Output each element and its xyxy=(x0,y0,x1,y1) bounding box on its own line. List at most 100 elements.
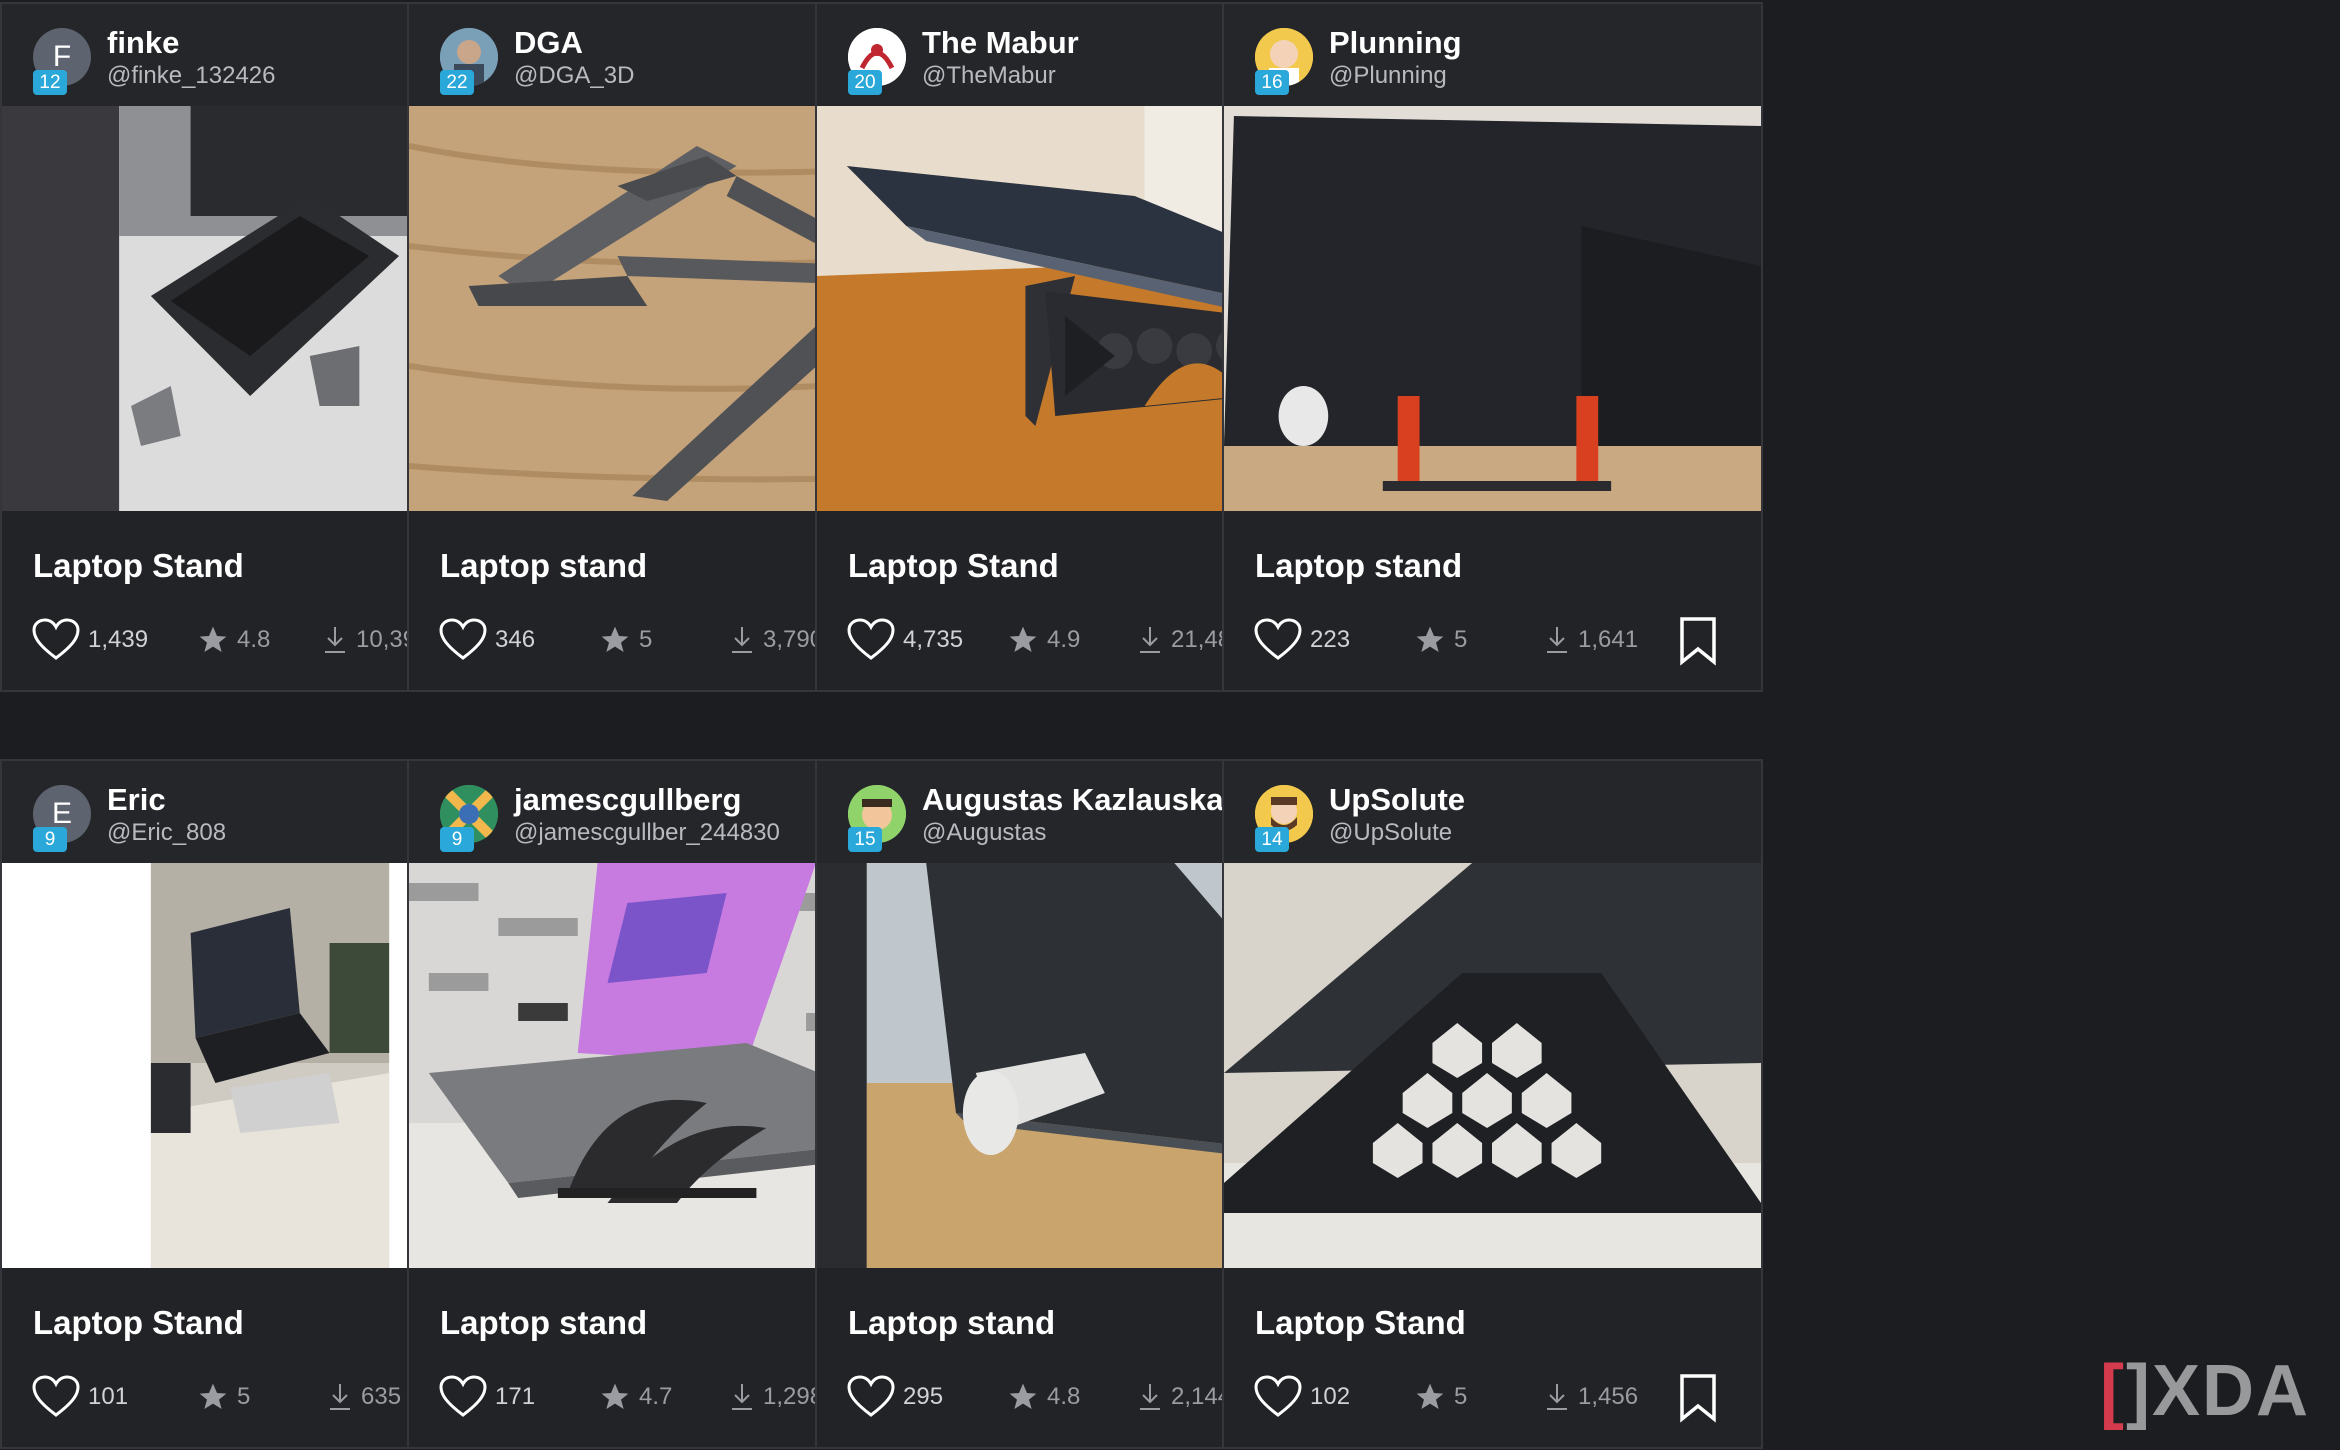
author-handle[interactable]: @Eric_808 xyxy=(107,819,226,847)
star-icon xyxy=(199,1383,227,1409)
like-count: 171 xyxy=(495,1383,536,1410)
heart-icon xyxy=(847,1375,895,1417)
downloads: 1,456 xyxy=(1544,1369,1638,1425)
author-handle[interactable]: @jamescgullber_244830 xyxy=(514,819,780,847)
author-name[interactable]: Augustas Kazlauskas xyxy=(922,782,1241,818)
download-count: 1,641 xyxy=(1578,626,1639,653)
download-icon xyxy=(330,1384,350,1410)
author-handle[interactable]: @finke_132426 xyxy=(107,62,276,90)
downloads: 635 xyxy=(327,1369,401,1425)
avatar-letter: F xyxy=(52,40,72,73)
star-icon xyxy=(199,626,227,652)
rating-value: 5 xyxy=(237,1383,251,1410)
rating: 5 xyxy=(197,1369,250,1425)
like-button[interactable]: 4,735 xyxy=(847,612,963,668)
model-thumbnail[interactable] xyxy=(1224,863,1761,1268)
star-icon xyxy=(1009,626,1037,652)
thumbnail-image xyxy=(1224,863,1761,1268)
watermark-mid: ] xyxy=(2125,1351,2152,1431)
like-button[interactable]: 1,439 xyxy=(32,612,148,668)
bookmark-icon[interactable] xyxy=(1678,1373,1718,1423)
author-name[interactable]: UpSolute xyxy=(1329,782,1465,818)
star-icon xyxy=(601,1383,629,1409)
author-handle[interactable]: @UpSolute xyxy=(1329,819,1452,847)
author-name[interactable]: The Mabur xyxy=(922,25,1079,61)
download-icon xyxy=(1547,1384,1567,1410)
heart-icon xyxy=(439,618,487,660)
author-handle[interactable]: @DGA_3D xyxy=(514,62,634,90)
like-count: 223 xyxy=(1310,626,1351,653)
download-icon xyxy=(1547,627,1567,653)
author-name[interactable]: DGA xyxy=(514,25,583,61)
rating-value: 4.9 xyxy=(1047,626,1081,653)
author-name[interactable]: finke xyxy=(107,25,179,61)
download-count: 635 xyxy=(361,1383,402,1410)
level-badge: 14 xyxy=(1255,827,1289,852)
star-icon xyxy=(1416,626,1444,652)
thumbnail-image xyxy=(1224,106,1761,511)
model-card[interactable]: 16 Plunning @Plunning Laptop stand 223 5… xyxy=(1222,2,1763,692)
like-count: 1,439 xyxy=(88,626,149,653)
card-header: 16 Plunning @Plunning xyxy=(1224,4,1761,106)
star-icon xyxy=(1416,1383,1444,1409)
rating: 5 xyxy=(599,612,652,668)
heart-icon xyxy=(847,618,895,660)
rating: 4.7 xyxy=(599,1369,672,1425)
model-title[interactable]: Laptop stand xyxy=(440,1304,647,1342)
level-badge: 20 xyxy=(848,70,882,95)
rating: 5 xyxy=(1414,1369,1467,1425)
heart-icon xyxy=(439,1375,487,1417)
heart-icon xyxy=(1254,1375,1302,1417)
model-title[interactable]: Laptop Stand xyxy=(848,547,1059,585)
rating-value: 4.8 xyxy=(1047,1383,1081,1410)
downloads: 1,298 xyxy=(729,1369,823,1425)
download-icon xyxy=(1140,1384,1160,1410)
like-count: 102 xyxy=(1310,1383,1351,1410)
level-badge: 12 xyxy=(33,70,67,95)
watermark-text: XDA xyxy=(2151,1351,2310,1431)
level-badge: 15 xyxy=(848,827,882,852)
model-thumbnail[interactable] xyxy=(1224,106,1761,511)
model-title[interactable]: Laptop Stand xyxy=(1255,1304,1466,1342)
author-handle[interactable]: @Augustas xyxy=(922,819,1046,847)
like-button[interactable]: 295 xyxy=(847,1369,943,1425)
like-button[interactable]: 346 xyxy=(439,612,535,668)
author-handle[interactable]: @Plunning xyxy=(1329,62,1447,90)
model-grid: F 12 finke @finke_132426 Laptop Stand 1,… xyxy=(0,0,2340,1450)
rating-value: 4.7 xyxy=(639,1383,673,1410)
rating: 4.9 xyxy=(1007,612,1080,668)
downloads: 3,790 xyxy=(729,612,823,668)
star-icon xyxy=(1009,1383,1037,1409)
author-handle[interactable]: @TheMabur xyxy=(922,62,1056,90)
like-button[interactable]: 223 xyxy=(1254,612,1350,668)
rating: 5 xyxy=(1414,612,1467,668)
model-title[interactable]: Laptop stand xyxy=(440,547,647,585)
model-title[interactable]: Laptop stand xyxy=(848,1304,1055,1342)
level-badge: 16 xyxy=(1255,70,1289,95)
heart-icon xyxy=(32,1375,80,1417)
rating: 4.8 xyxy=(197,612,270,668)
card-header: 14 UpSolute @UpSolute xyxy=(1224,761,1761,863)
author-name[interactable]: jamescgullberg xyxy=(514,782,741,818)
bookmark-icon[interactable] xyxy=(1678,616,1718,666)
model-card[interactable]: 14 UpSolute @UpSolute Laptop Stand 102 5… xyxy=(1222,759,1763,1449)
star-icon xyxy=(601,626,629,652)
xda-watermark-logo: []XDA xyxy=(2100,1350,2310,1432)
like-button[interactable]: 102 xyxy=(1254,1369,1350,1425)
card-stats: 102 5 1,456 xyxy=(1254,1369,1734,1425)
download-icon xyxy=(1140,627,1160,653)
level-badge: 9 xyxy=(33,827,67,852)
like-button[interactable]: 171 xyxy=(439,1369,535,1425)
model-title[interactable]: Laptop Stand xyxy=(33,547,244,585)
author-name[interactable]: Eric xyxy=(107,782,166,818)
rating-value: 4.8 xyxy=(237,626,271,653)
model-title[interactable]: Laptop Stand xyxy=(33,1304,244,1342)
like-button[interactable]: 101 xyxy=(32,1369,128,1425)
card-stats: 223 5 1,641 xyxy=(1254,612,1734,668)
rating-value: 5 xyxy=(639,626,653,653)
heart-icon xyxy=(32,618,80,660)
like-count: 346 xyxy=(495,626,536,653)
author-name[interactable]: Plunning xyxy=(1329,25,1462,61)
model-title[interactable]: Laptop stand xyxy=(1255,547,1462,585)
download-icon xyxy=(325,627,345,653)
